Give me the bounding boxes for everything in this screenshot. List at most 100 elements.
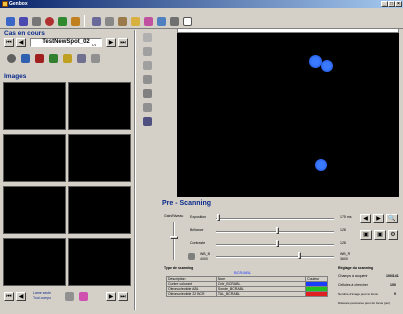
arrow-icon[interactable] bbox=[140, 30, 154, 44]
gain-slider[interactable] bbox=[173, 222, 175, 260]
image-thumbnail[interactable] bbox=[3, 238, 66, 286]
prev-field-button[interactable]: ◀ bbox=[360, 214, 371, 223]
zoom-button[interactable]: 🔍 bbox=[386, 214, 398, 223]
probe-table: Description Nom Couleur Contre colorant … bbox=[166, 276, 328, 297]
row-description: Oleonucleotide 22 BCR bbox=[166, 291, 217, 297]
microscope-view[interactable] bbox=[177, 33, 399, 197]
side-tools bbox=[139, 30, 155, 126]
next-image-button[interactable]: ▶ bbox=[106, 292, 116, 301]
image-thumbnail[interactable] bbox=[3, 186, 66, 234]
stack-icon[interactable] bbox=[154, 14, 168, 28]
layers-icon[interactable] bbox=[140, 72, 154, 86]
wrench-icon[interactable] bbox=[115, 14, 129, 28]
prev-case-button[interactable]: ◀ bbox=[16, 38, 26, 47]
scan-settings-title: Réglage du scanning bbox=[338, 266, 374, 270]
first-image-button[interactable]: ⏮ bbox=[4, 292, 14, 301]
fields-label: Champs à acquérir bbox=[338, 274, 368, 278]
disc-icon[interactable] bbox=[4, 51, 18, 65]
tree-icon[interactable] bbox=[55, 14, 69, 28]
check-icon[interactable] bbox=[60, 51, 74, 65]
maximize-button[interactable]: □ bbox=[388, 1, 395, 7]
toolbar-separator bbox=[84, 15, 85, 27]
table-row[interactable]: Oleonucleotide 22 BCR TAL_BCRABL bbox=[166, 291, 328, 297]
tag-icon[interactable] bbox=[62, 289, 76, 303]
zoom-icon[interactable] bbox=[140, 58, 154, 72]
first-case-button[interactable]: ⏮ bbox=[4, 38, 14, 47]
image-thumbnail[interactable] bbox=[3, 134, 66, 182]
contrast-slider-thumb[interactable] bbox=[276, 240, 279, 247]
cells-value: 100 bbox=[390, 283, 396, 287]
contrast-slider[interactable] bbox=[216, 244, 334, 246]
white-balance-slider-thumb[interactable] bbox=[298, 252, 301, 259]
image-thumbnail[interactable] bbox=[68, 82, 131, 130]
case-toolbar bbox=[4, 51, 132, 65]
book-icon[interactable] bbox=[102, 14, 116, 28]
print-icon[interactable] bbox=[29, 14, 43, 28]
tool-icon[interactable] bbox=[89, 14, 103, 28]
scissors-icon[interactable] bbox=[42, 14, 56, 28]
stack-icon[interactable] bbox=[140, 100, 154, 114]
copy-icon[interactable] bbox=[180, 14, 194, 28]
fields-value: 100/141 bbox=[386, 274, 399, 278]
white-balance-slider[interactable] bbox=[216, 256, 334, 258]
images-section-title: Images bbox=[4, 73, 27, 80]
image-thumbnail[interactable] bbox=[68, 134, 131, 182]
capture-1-button[interactable]: ▣ bbox=[360, 230, 372, 240]
edit-icon[interactable] bbox=[74, 51, 88, 65]
row-color-swatch bbox=[305, 291, 328, 297]
last-image-button[interactable]: ⏭ bbox=[118, 292, 128, 301]
prescan-title: Pre - Scanning bbox=[162, 200, 212, 207]
next-case-button[interactable]: ▶ bbox=[106, 38, 116, 47]
settings-button[interactable]: ⚙ bbox=[388, 230, 398, 240]
wb-r-value: 3600 bbox=[340, 257, 348, 261]
chart-icon[interactable] bbox=[68, 14, 82, 28]
images-filter-line1: Lame seule bbox=[33, 291, 52, 295]
minimize-button[interactable]: _ bbox=[381, 1, 388, 7]
last-case-button[interactable]: ⏭ bbox=[118, 38, 128, 47]
brightness-slider-thumb[interactable] bbox=[276, 227, 279, 234]
open-icon[interactable] bbox=[3, 14, 17, 28]
row-name: TAL_BCRABL bbox=[215, 291, 307, 297]
cells-label: Cellules à chercher bbox=[338, 283, 368, 287]
image-thumbnail[interactable] bbox=[68, 238, 131, 286]
case-counter: 1/1 bbox=[92, 43, 97, 47]
palette-icon[interactable] bbox=[141, 14, 155, 28]
image-thumbnail[interactable] bbox=[68, 186, 131, 234]
camera-icon[interactable] bbox=[140, 114, 154, 128]
focus-distance-label: Distance parcourue pour du focus (µm) bbox=[338, 301, 391, 305]
capture-2-button[interactable]: ▣ bbox=[374, 230, 386, 240]
panel-divider bbox=[134, 30, 136, 310]
exposure-label: Exposition bbox=[190, 215, 207, 219]
exposure-slider-thumb[interactable] bbox=[217, 214, 220, 221]
wb-b-value: 4000 bbox=[200, 257, 208, 261]
cube-icon[interactable] bbox=[140, 86, 154, 100]
palette-icon[interactable] bbox=[76, 289, 90, 303]
brightness-label: Brillance bbox=[190, 228, 204, 232]
arrow-down-icon[interactable] bbox=[140, 44, 154, 58]
focus-images-value: 9 bbox=[394, 292, 396, 296]
title-bar: Genbox _ □ × bbox=[0, 0, 403, 8]
kettle-icon[interactable] bbox=[167, 14, 181, 28]
gain-slider-thumb[interactable] bbox=[170, 236, 178, 239]
save-icon[interactable] bbox=[16, 14, 30, 28]
main-toolbar bbox=[0, 13, 403, 29]
scan-icon[interactable] bbox=[18, 51, 32, 65]
close-button[interactable]: × bbox=[395, 1, 402, 7]
scan-settings-panel: Champs à acquérir 100/141 Cellules à che… bbox=[338, 274, 400, 312]
next-field-button[interactable]: ▶ bbox=[373, 214, 384, 223]
window-title: Genbox bbox=[9, 1, 28, 7]
tree-icon[interactable] bbox=[46, 51, 60, 65]
exposure-slider[interactable] bbox=[216, 218, 334, 220]
prev-image-button[interactable]: ◀ bbox=[16, 292, 26, 301]
folder-icon[interactable] bbox=[128, 14, 142, 28]
gain-label: Gain/Niveau bbox=[164, 214, 184, 218]
contrast-label: Contraste bbox=[190, 241, 206, 245]
focus-images-label: Nombre d'image pour le focus bbox=[338, 292, 378, 296]
app-icon bbox=[2, 1, 8, 7]
images-filter-line2: Tout compo bbox=[33, 296, 52, 300]
image-thumbnail[interactable] bbox=[3, 82, 66, 130]
cut-icon[interactable] bbox=[32, 51, 46, 65]
gear-icon[interactable] bbox=[88, 51, 102, 65]
brightness-slider[interactable] bbox=[216, 231, 334, 233]
white-balance-icon[interactable] bbox=[186, 251, 196, 261]
